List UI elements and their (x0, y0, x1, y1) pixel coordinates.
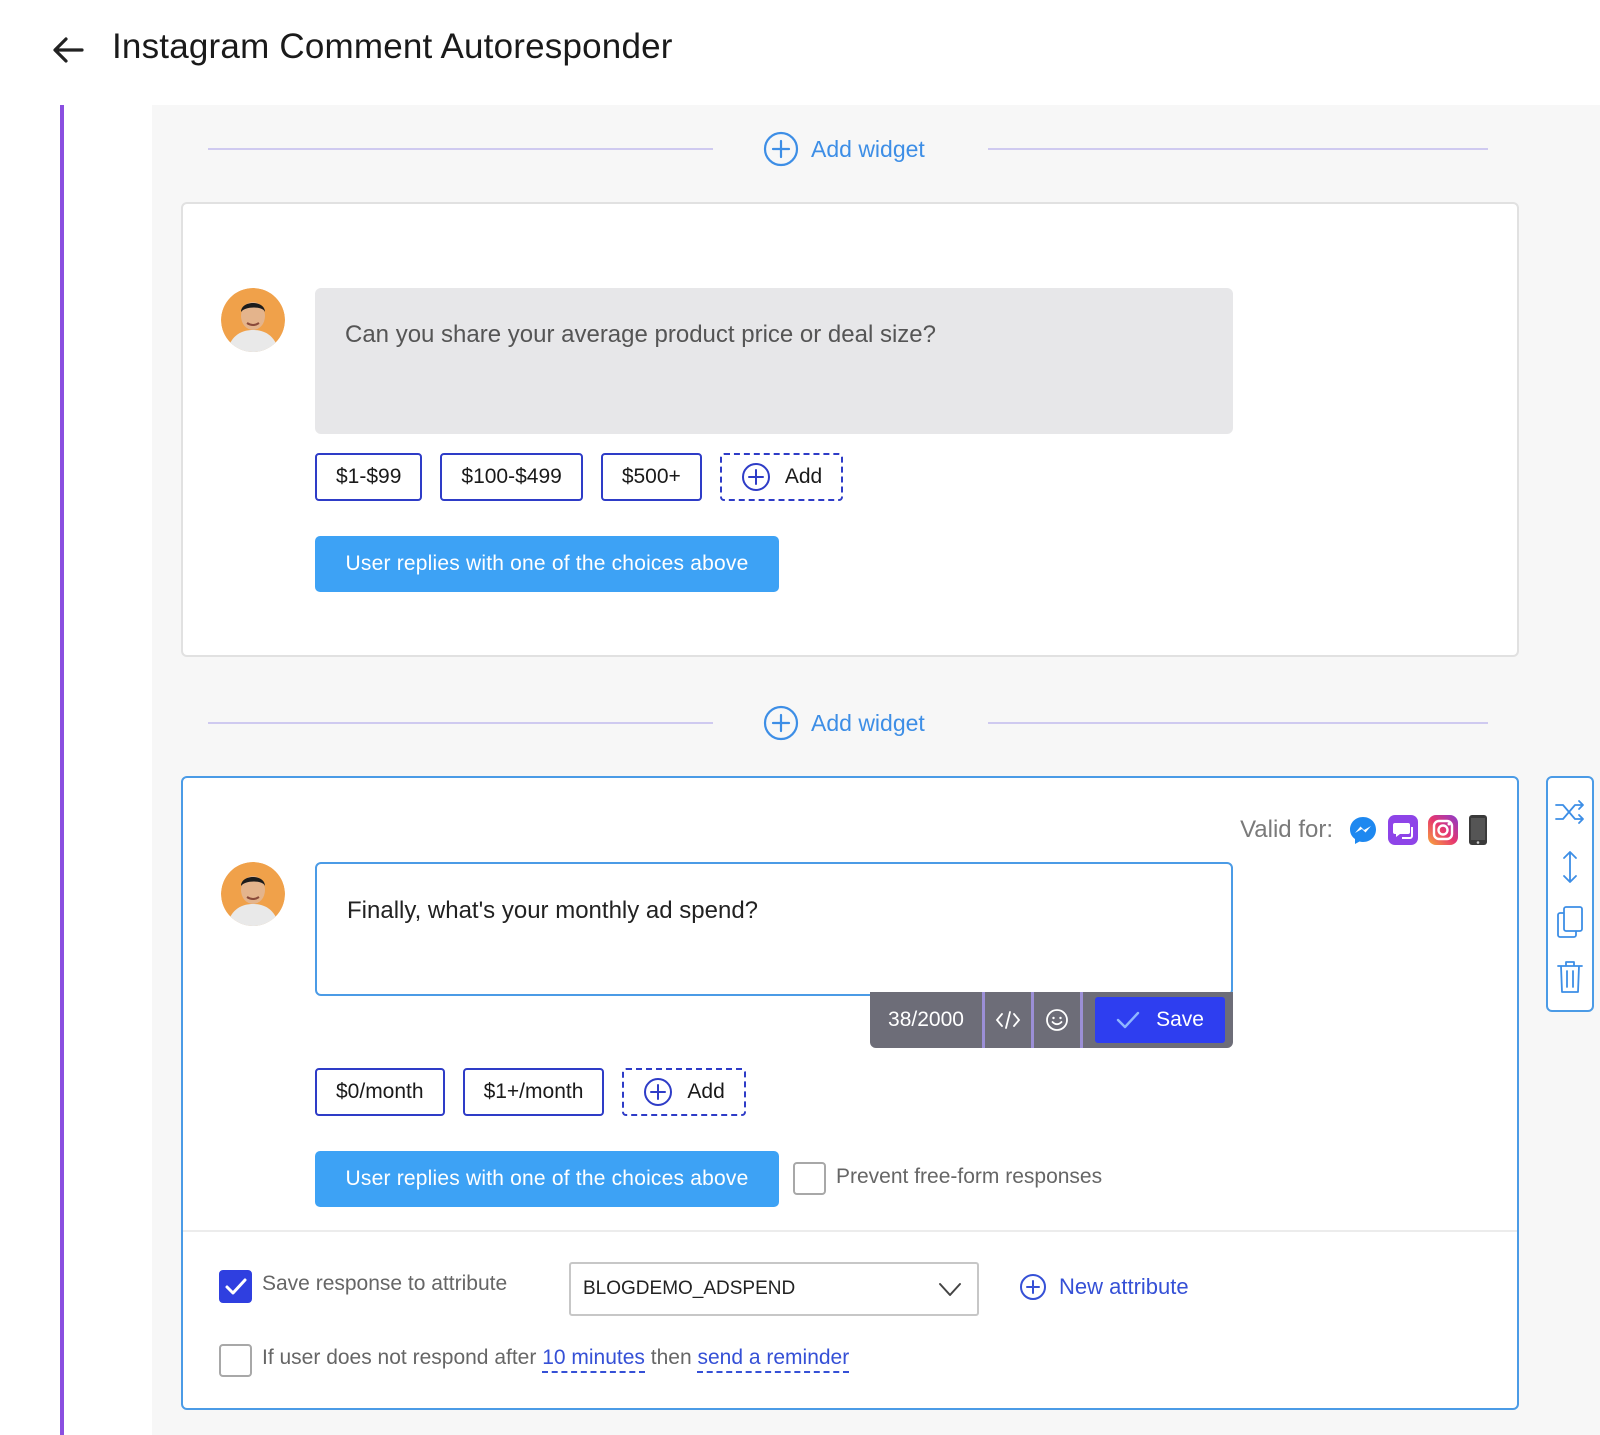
shuffle-button[interactable] (1550, 790, 1590, 834)
attribute-select-value: BLOGDEMO_ADSPEND (583, 1278, 796, 1299)
divider-line (988, 722, 1488, 724)
save-button[interactable]: Save (1095, 997, 1225, 1043)
message-text[interactable]: Can you share your average product price… (315, 288, 1233, 434)
add-widget-row: Add widget (208, 129, 1488, 169)
reminder-duration-link[interactable]: 10 minutes (542, 1346, 645, 1373)
smiley-icon (1046, 1009, 1068, 1031)
prevent-freeform-checkbox[interactable] (793, 1162, 826, 1195)
reminder-middle: then (650, 1346, 692, 1369)
duplicate-button[interactable] (1550, 900, 1590, 944)
check-icon (1116, 1011, 1140, 1029)
divider-line (208, 148, 713, 150)
shuffle-icon (1555, 799, 1584, 824)
choice-chip[interactable]: $1-$99 (315, 453, 423, 501)
message-editor[interactable]: Finally, what's your monthly ad spend? (315, 862, 1233, 996)
plus-circle-icon (644, 1078, 673, 1106)
instagram-icon (1428, 815, 1458, 845)
add-widget-button[interactable]: Add widget (763, 129, 925, 169)
section-divider (183, 1230, 1517, 1232)
add-choice-label: Add (784, 465, 823, 488)
sms-chat-icon (1388, 815, 1418, 845)
divider-line (988, 148, 1488, 150)
page-title: Instagram Comment Autoresponder (112, 27, 673, 66)
add-widget-row: Add widget (208, 703, 1488, 743)
code-icon (995, 1011, 1021, 1029)
new-attribute-label: New attribute (1059, 1274, 1189, 1299)
add-choice-button[interactable]: Add (622, 1068, 746, 1116)
choice-chip[interactable]: $500+ (600, 453, 702, 501)
messenger-icon (1350, 817, 1376, 844)
plus-circle-icon (763, 705, 799, 741)
plus-circle-icon (1020, 1274, 1046, 1300)
check-icon (225, 1278, 247, 1295)
choice-chip[interactable]: $0/month (315, 1068, 445, 1116)
move-button[interactable] (1550, 845, 1590, 889)
back-arrow-icon[interactable] (48, 30, 88, 70)
add-widget-button[interactable]: Add widget (763, 703, 925, 743)
plus-circle-icon (741, 463, 770, 491)
valid-for: Valid for: (1240, 814, 1489, 846)
add-widget-label: Add widget (811, 709, 925, 736)
trash-icon (1557, 960, 1583, 993)
reply-condition-button[interactable]: User replies with one of the choices abo… (315, 536, 779, 592)
phone-icon (1469, 815, 1487, 845)
attribute-select[interactable]: BLOGDEMO_ADSPEND (569, 1262, 979, 1316)
vertical-resize-icon (1563, 850, 1577, 883)
choice-chip[interactable]: $1+/month (462, 1068, 605, 1116)
question-card-active[interactable]: Valid for: Finally, what's your monthly … (181, 776, 1519, 1410)
save-attribute-label: Save response to attribute (262, 1272, 508, 1295)
choice-chip[interactable]: $100-$499 (440, 453, 583, 501)
copy-icon (1557, 905, 1583, 938)
divider-line (208, 722, 713, 724)
add-widget-label: Add widget (811, 135, 925, 162)
choices-row: $0/month $1+/month Add (315, 1068, 746, 1116)
reminder-text: If user does not respond after 10 minute… (262, 1346, 850, 1373)
avatar (221, 288, 285, 352)
reminder-checkbox[interactable] (219, 1344, 252, 1377)
send-reminder-link[interactable]: send a reminder (697, 1346, 850, 1373)
new-attribute-button[interactable]: New attribute (1019, 1273, 1189, 1301)
prevent-freeform-label: Prevent free-form responses (836, 1165, 1103, 1188)
timeline-line (60, 105, 64, 1435)
emoji-button[interactable] (1034, 992, 1080, 1048)
valid-for-label: Valid for: (1240, 816, 1333, 843)
avatar (221, 862, 285, 926)
toolbar-separator (1080, 992, 1083, 1048)
delete-button[interactable] (1550, 955, 1590, 999)
save-label: Save (1156, 1008, 1204, 1031)
reply-condition-button[interactable]: User replies with one of the choices abo… (315, 1151, 779, 1207)
add-choice-button[interactable]: Add (719, 453, 844, 501)
card-side-toolbar (1546, 776, 1594, 1012)
question-card[interactable]: Can you share your average product price… (181, 202, 1519, 657)
editor-toolbar: 38/2000 Save (870, 992, 1233, 1048)
code-button[interactable] (985, 992, 1031, 1048)
choices-row: $1-$99 $100-$499 $500+ Add (315, 453, 844, 501)
add-choice-label: Add (687, 1080, 725, 1103)
chevron-down-icon (939, 1283, 961, 1296)
reminder-prefix: If user does not respond after (262, 1346, 537, 1369)
char-count: 38/2000 (888, 1008, 964, 1031)
plus-circle-icon (763, 131, 799, 167)
save-attribute-checkbox[interactable] (219, 1270, 252, 1303)
page-header: Instagram Comment Autoresponder (0, 0, 1600, 105)
